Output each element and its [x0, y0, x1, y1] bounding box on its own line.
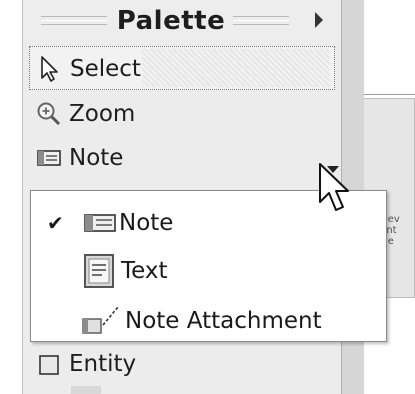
selection-hatch [142, 49, 330, 87]
canvas-divider [362, 94, 415, 95]
note-attachment-icon [82, 306, 119, 334]
check-icon: ✔ [47, 211, 64, 235]
header-grip-right [233, 16, 289, 26]
menu-item-label: Note Attachment [125, 308, 322, 334]
note-icon [37, 150, 61, 166]
palette-item-entity[interactable]: Entity [29, 342, 335, 386]
text-icon [84, 254, 114, 288]
palette-title: Palette [116, 6, 226, 36]
entity-icon [39, 355, 59, 375]
palette-item-select[interactable]: Select [29, 46, 335, 90]
mouse-cursor-icon [319, 163, 349, 211]
menu-item-note-attachment[interactable]: Note Attachment [31, 299, 386, 343]
palette-item-note[interactable]: Note [29, 136, 335, 180]
note-icon [84, 214, 116, 232]
header-grip-left [41, 16, 107, 26]
arrow-cursor-icon [41, 56, 58, 82]
palette-item-label: Entity [69, 351, 137, 377]
menu-item-label: Note [119, 210, 174, 236]
palette-item-zoom[interactable]: Zoom [29, 92, 335, 136]
palette-item-label: Zoom [69, 101, 136, 127]
palette-item-label: Note [69, 145, 124, 171]
palette-item-label: Select [70, 56, 141, 82]
palette-header: Palette [23, 0, 341, 40]
palette-menu-arrow-icon[interactable] [315, 12, 323, 28]
palette-item-partial [71, 386, 101, 394]
menu-item-label: Text [121, 258, 168, 284]
menu-item-text[interactable]: Text [31, 249, 386, 293]
zoom-icon [37, 102, 61, 126]
